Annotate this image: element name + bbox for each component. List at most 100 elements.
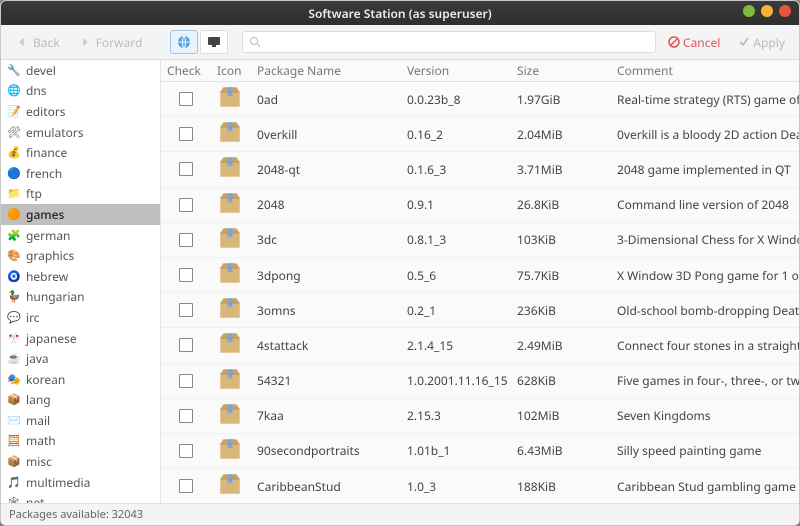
col-name[interactable]: Package Name <box>251 62 401 79</box>
sidebar-item-label: dns <box>26 82 47 99</box>
package-icon <box>217 330 243 356</box>
package-name: 90secondportraits <box>251 442 401 459</box>
row-checkbox[interactable] <box>179 268 193 282</box>
table-row[interactable]: 7kaa2.15.3102MiBSeven Kingdoms <box>161 399 799 434</box>
table-row[interactable]: 3omns0.2_1236KiBOld-school bomb-dropping… <box>161 293 799 328</box>
row-checkbox[interactable] <box>179 409 193 423</box>
window-title: Software Station (as superuser) <box>308 5 491 22</box>
search-input[interactable] <box>242 31 656 53</box>
row-checkbox[interactable] <box>179 127 193 141</box>
package-size: 102MiB <box>511 407 611 424</box>
category-icon: 🛠 <box>7 125 21 139</box>
category-icon: 💰 <box>7 146 21 160</box>
minimize-button[interactable] <box>743 5 755 17</box>
package-icon <box>217 401 243 427</box>
sidebar-item-games[interactable]: 🟠games <box>1 204 160 225</box>
sidebar-item-dns[interactable]: 🌐dns <box>1 81 160 102</box>
sidebar-item-math[interactable]: 🧮 math <box>1 431 160 452</box>
cancel-button[interactable]: Cancel <box>662 31 726 54</box>
sidebar-item-multimedia[interactable]: 🎵multimedia <box>1 472 160 493</box>
package-size: 103KiB <box>511 231 611 248</box>
sidebar-item-irc[interactable]: 💬irc <box>1 307 160 328</box>
sidebar-item-hungarian[interactable]: 🦆hungarian <box>1 287 160 308</box>
col-size[interactable]: Size <box>511 62 611 79</box>
table-row[interactable]: 20480.9.126.8KiBCommand line version of … <box>161 188 799 223</box>
table-row[interactable]: 90secondportraits1.01b_16.43MiBSilly spe… <box>161 434 799 469</box>
table-row[interactable]: 3dc0.8.1_3103KiB3-Dimensional Chess for … <box>161 223 799 258</box>
filter-installed-button[interactable] <box>200 30 228 54</box>
search-icon <box>249 36 261 48</box>
sidebar-item-japanese[interactable]: 🎌japanese <box>1 328 160 349</box>
package-version: 0.9.1 <box>401 196 511 213</box>
category-icon: 📝 <box>7 104 21 118</box>
package-comment: Seven Kingdoms <box>611 407 799 424</box>
package-comment: Command line version of 2048 <box>611 196 799 213</box>
table-row[interactable]: 0verkill0.16_22.04MiB0verkill is a blood… <box>161 117 799 152</box>
table-header: Check Icon Package Name Version Size Com… <box>161 60 799 82</box>
row-checkbox[interactable] <box>179 162 193 176</box>
close-button[interactable] <box>779 5 791 17</box>
category-icon: 📦 <box>7 393 21 407</box>
forward-button[interactable]: Forward <box>72 31 149 54</box>
sidebar-item-editors[interactable]: 📝editors <box>1 101 160 122</box>
maximize-button[interactable] <box>761 5 773 17</box>
cancel-label: Cancel <box>683 34 720 51</box>
sidebar-item-finance[interactable]: 💰finance <box>1 142 160 163</box>
row-checkbox[interactable] <box>179 374 193 388</box>
table-row[interactable]: CaribbeanStud1.0_3188KiBCaribbean Stud g… <box>161 469 799 503</box>
table-row[interactable]: 543211.0.2001.11.16_15628KiBFive games i… <box>161 364 799 399</box>
sidebar-item-devel[interactable]: 🔧devel <box>1 60 160 81</box>
table-row[interactable]: 4stattack2.1.4_152.49MiBConnect four sto… <box>161 328 799 363</box>
sidebar-item-hebrew[interactable]: 🧿hebrew <box>1 266 160 287</box>
sidebar-item-german[interactable]: 🧩german <box>1 225 160 246</box>
package-name: 2048 <box>251 196 401 213</box>
package-name: 4stattack <box>251 337 401 354</box>
category-icon: 🧮 <box>7 434 21 448</box>
row-checkbox[interactable] <box>179 444 193 458</box>
package-comment: Five games in four-, three-, or two-di <box>611 372 799 389</box>
row-checkbox[interactable] <box>179 198 193 212</box>
sidebar-item-korean[interactable]: 🎭korean <box>1 369 160 390</box>
row-checkbox[interactable] <box>179 479 193 493</box>
sidebar-item-graphics[interactable]: 🎨graphics <box>1 245 160 266</box>
app-window: Software Station (as superuser) Back For… <box>0 0 800 526</box>
package-list[interactable]: 0ad0.0.23b_81.97GiBReal-time strategy (R… <box>161 82 799 503</box>
row-checkbox[interactable] <box>179 338 193 352</box>
sidebar-item-emulators[interactable]: 🛠 emulators <box>1 122 160 143</box>
category-icon: 🦆 <box>7 290 21 304</box>
sidebar-item-label: misc <box>26 453 52 470</box>
sidebar-item-label: korean <box>26 371 65 388</box>
package-size: 2.04MiB <box>511 126 611 143</box>
package-comment: Real-time strategy (RTS) game of anc <box>611 91 799 108</box>
cancel-icon <box>668 36 680 48</box>
col-check[interactable]: Check <box>161 62 211 79</box>
package-version: 1.0.2001.11.16_15 <box>401 372 511 389</box>
col-comment[interactable]: Comment <box>611 62 799 79</box>
sidebar-item-label: emulators <box>26 124 84 141</box>
row-checkbox[interactable] <box>179 233 193 247</box>
category-icon: ☕ <box>7 352 21 366</box>
sidebar-item-ftp[interactable]: 📁ftp <box>1 184 160 205</box>
sidebar-item-french[interactable]: 🔵french <box>1 163 160 184</box>
sidebar-item-label: math <box>26 432 56 449</box>
table-row[interactable]: 2048-qt0.1.6_33.71MiB2048 game implement… <box>161 152 799 187</box>
package-comment: Caribbean Stud gambling game for X <box>611 478 799 495</box>
category-sidebar[interactable]: 🔧devel🌐dns📝editors 🛠 emulators💰finance🔵fre… <box>1 60 161 503</box>
sidebar-item-lang[interactable]: 📦lang <box>1 390 160 411</box>
table-row[interactable]: 3dpong0.5_675.7KiBX Window 3D Pong game … <box>161 258 799 293</box>
table-row[interactable]: 0ad0.0.23b_81.97GiBReal-time strategy (R… <box>161 82 799 117</box>
apply-label: Apply <box>753 34 785 51</box>
apply-button[interactable]: Apply <box>732 31 791 54</box>
sidebar-item-misc[interactable]: 📦misc <box>1 451 160 472</box>
sidebar-item-mail[interactable]: ✉️mail <box>1 410 160 431</box>
back-button[interactable]: Back <box>9 31 66 54</box>
filter-all-button[interactable] <box>170 30 198 54</box>
sidebar-item-net[interactable]: 🕸net <box>1 492 160 503</box>
row-checkbox[interactable] <box>179 92 193 106</box>
row-checkbox[interactable] <box>179 303 193 317</box>
package-icon <box>217 84 243 110</box>
col-icon[interactable]: Icon <box>211 62 251 79</box>
check-icon <box>738 36 750 48</box>
col-version[interactable]: Version <box>401 62 511 79</box>
sidebar-item-java[interactable]: ☕java <box>1 348 160 369</box>
